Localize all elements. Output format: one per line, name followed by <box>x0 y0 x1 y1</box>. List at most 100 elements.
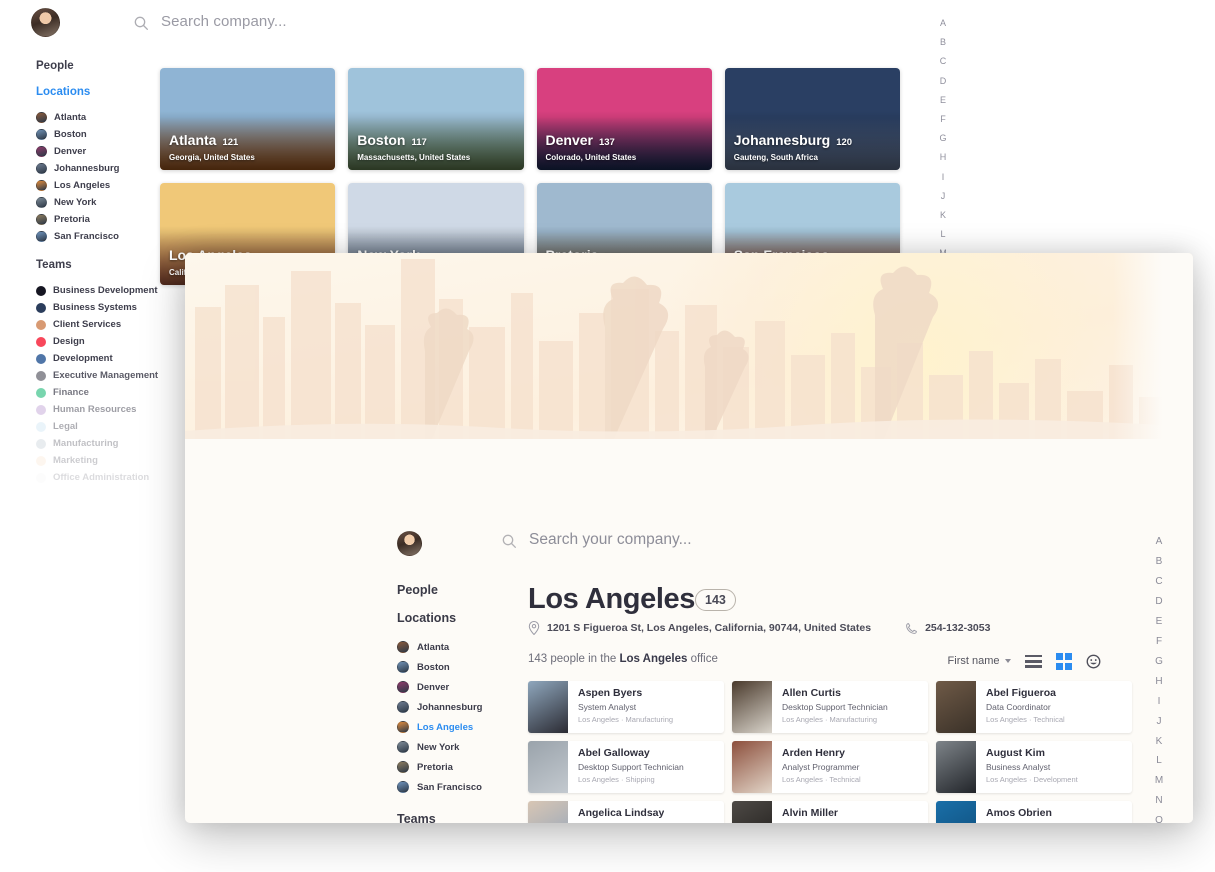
avatar[interactable] <box>397 531 422 556</box>
grid-view-icon[interactable] <box>1055 653 1072 670</box>
background-alphabet-letter[interactable]: C <box>930 52 956 71</box>
background-city-card[interactable]: Johannesburg 120 Gauteng, South Africa <box>724 68 900 170</box>
sidebar-location-denver[interactable]: Denver <box>397 678 527 696</box>
person-photo <box>528 681 568 733</box>
list-view-icon[interactable] <box>1024 654 1042 668</box>
location-meta: 1201 S Figueroa St, Los Angeles, Califor… <box>528 621 990 635</box>
background-team-item[interactable]: Marketing <box>0 452 150 469</box>
person-card[interactable]: Allen Curtis Desktop Support Technician Lo… <box>732 681 928 733</box>
alphabet-letter-M[interactable]: M <box>1147 771 1171 791</box>
background-team-item[interactable]: Development <box>0 350 150 367</box>
background-locations-label[interactable]: Locations <box>0 86 150 98</box>
background-alphabet-letter[interactable]: I <box>930 168 956 187</box>
background-alphabet-letter[interactable]: H <box>930 148 956 167</box>
alphabet-letter-H[interactable]: H <box>1147 672 1171 692</box>
view-toolbar: First name <box>948 653 1101 670</box>
background-team-label: Client Services <box>53 319 122 330</box>
alphabet-letter-I[interactable]: I <box>1147 692 1171 712</box>
alphabet-index[interactable]: ABCDEFGHIJKLMNOPQRSTUVWXYZ <box>1147 532 1171 823</box>
phone-text[interactable]: 254-132-3053 <box>925 622 990 634</box>
alphabet-letter-E[interactable]: E <box>1147 612 1171 632</box>
alphabet-letter-G[interactable]: G <box>1147 652 1171 672</box>
alphabet-letter-C[interactable]: C <box>1147 572 1171 592</box>
sort-dropdown[interactable]: First name <box>948 655 1011 667</box>
person-info: Abel Galloway Desktop Support Technician L… <box>568 741 684 793</box>
background-teams-label[interactable]: Teams <box>0 259 150 271</box>
alphabet-letter-K[interactable]: K <box>1147 732 1171 752</box>
background-team-item[interactable]: Executive Management <box>0 367 158 384</box>
background-location-item[interactable]: Denver <box>0 143 150 160</box>
team-color-dot <box>36 302 46 313</box>
sidebar-location-los-angeles[interactable]: Los Angeles <box>397 718 527 736</box>
background-team-item[interactable]: Office Administration <box>0 469 150 486</box>
background-alphabet-letter[interactable]: J <box>930 187 956 206</box>
background-alphabet-letter[interactable]: F <box>930 110 956 129</box>
teams-label[interactable]: Teams <box>397 812 527 823</box>
alphabet-letter-J[interactable]: J <box>1147 712 1171 732</box>
background-location-item[interactable]: Johannesburg <box>0 160 150 177</box>
person-card[interactable]: Alvin MillerTax AccountantLos Angeles · … <box>732 801 928 823</box>
sidebar-location-boston[interactable]: Boston <box>397 658 527 676</box>
search-input[interactable]: Search your company... <box>529 531 692 549</box>
person-card[interactable]: Arden Henry Analyst Programmer Los Angeles… <box>732 741 928 793</box>
background-team-item[interactable]: Business Development <box>0 282 158 299</box>
alphabet-letter-F[interactable]: F <box>1147 632 1171 652</box>
city-count: 117 <box>411 137 427 148</box>
alphabet-letter-B[interactable]: B <box>1147 552 1171 572</box>
person-photo <box>732 741 772 793</box>
avatar[interactable] <box>31 8 60 37</box>
background-alphabet-letter[interactable]: B <box>930 33 956 52</box>
person-card[interactable]: August Kim Business Analyst Los Angeles · … <box>936 741 1132 793</box>
person-card[interactable]: Aspen Byers System Analyst Los Angeles · M… <box>528 681 724 733</box>
background-city-card[interactable]: Denver 137 Colorado, United States <box>536 68 712 170</box>
background-city-card[interactable]: Atlanta 121 Georgia, United States <box>160 68 336 170</box>
person-role: Desktop Support Technician <box>782 701 888 712</box>
background-alphabet-letter[interactable]: E <box>930 91 956 110</box>
location-thumbnail <box>397 721 409 733</box>
sidebar-location-johannesburg[interactable]: Johannesburg <box>397 698 527 716</box>
sidebar-location-atlanta[interactable]: Atlanta <box>397 638 527 656</box>
background-location-item[interactable]: New York <box>0 194 150 211</box>
background-alphabet-letter[interactable]: D <box>930 72 956 91</box>
alphabet-letter-D[interactable]: D <box>1147 592 1171 612</box>
person-name: Abel Galloway <box>578 747 650 759</box>
background-location-item[interactable]: Pretoria <box>0 211 150 228</box>
background-search-input[interactable]: Search company... <box>161 13 287 30</box>
person-card[interactable]: Amos ObrienData CoordinatorLos Angeles ·… <box>936 801 1132 823</box>
background-team-item[interactable]: Legal <box>0 418 150 435</box>
background-alphabet-index[interactable]: ABCDEFGHIJKLMN <box>930 14 956 283</box>
sidebar-location-new-york[interactable]: New York <box>397 738 527 756</box>
people-label[interactable]: People <box>397 583 527 597</box>
sidebar-location-san-francisco[interactable]: San Francisco <box>397 778 527 796</box>
alphabet-letter-O[interactable]: O <box>1147 811 1171 823</box>
alphabet-letter-L[interactable]: L <box>1147 751 1171 771</box>
background-alphabet-letter[interactable]: K <box>930 206 956 225</box>
background-location-item[interactable]: Boston <box>0 126 150 143</box>
background-team-item[interactable]: Human Resources <box>0 401 150 418</box>
background-team-item[interactable]: Finance <box>0 384 150 401</box>
background-location-item[interactable]: Atlanta <box>0 109 150 126</box>
background-people-label[interactable]: People <box>0 60 150 72</box>
locations-label[interactable]: Locations <box>397 611 527 625</box>
background-location-item[interactable]: Los Angeles <box>0 177 150 194</box>
person-card[interactable]: Abel Figueroa Data Coordinator Los Angeles… <box>936 681 1132 733</box>
city-name: Atlanta <box>169 132 217 148</box>
city-name: Boston <box>357 132 406 148</box>
alphabet-letter-A[interactable]: A <box>1147 532 1171 552</box>
smiley-view-icon[interactable] <box>1086 654 1101 669</box>
background-team-item[interactable]: Client Services <box>0 316 150 333</box>
background-alphabet-letter[interactable]: L <box>930 225 956 244</box>
background-alphabet-letter[interactable]: A <box>930 14 956 33</box>
background-team-item[interactable]: Business Systems <box>0 299 150 316</box>
person-card[interactable]: Abel Galloway Desktop Support Technician L… <box>528 741 724 793</box>
background-team-item[interactable]: Design <box>0 333 150 350</box>
location-label: Atlanta <box>417 641 450 653</box>
background-city-card[interactable]: Boston 117 Massachusetts, United States <box>348 68 524 170</box>
background-team-label: Finance <box>53 387 89 398</box>
background-team-item[interactable]: Manufacturing <box>0 435 150 452</box>
alphabet-letter-N[interactable]: N <box>1147 791 1171 811</box>
person-card[interactable]: Angelica LindsayData CoordinatorLos Ange… <box>528 801 724 823</box>
background-alphabet-letter[interactable]: G <box>930 129 956 148</box>
background-location-item[interactable]: San Francisco <box>0 228 150 245</box>
sidebar-location-pretoria[interactable]: Pretoria <box>397 758 527 776</box>
